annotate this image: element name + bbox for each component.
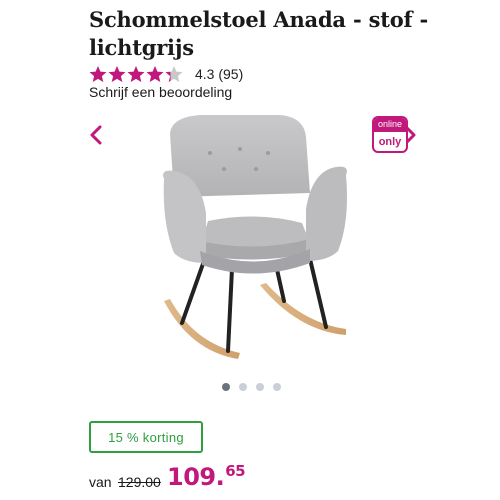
gallery-pagination [222, 383, 281, 391]
chair-image [163, 115, 347, 359]
pagination-dot[interactable] [222, 383, 230, 391]
price-block: van 129.00 109.65 [89, 458, 289, 498]
price-main: 109. [167, 463, 225, 491]
discount-badge: 15 % korting [89, 421, 203, 453]
pagination-dot[interactable] [273, 383, 281, 391]
old-price: 129.00 [118, 474, 161, 490]
pagination-dot[interactable] [239, 383, 247, 391]
rating-summary[interactable]: 4.3 (95) [89, 64, 243, 84]
current-price: 109.65 [167, 462, 246, 491]
star-icon [108, 66, 126, 82]
badge-only-text: only [378, 136, 402, 148]
price-from-label: van [89, 474, 112, 490]
online-only-badge: online only [372, 116, 408, 153]
price-decimals: 65 [225, 462, 246, 480]
chevron-left-icon [90, 125, 102, 145]
star-icon [89, 66, 107, 82]
star-icon [127, 66, 145, 82]
rating-stars [89, 65, 183, 83]
write-review-link[interactable]: Schrijf een beoordeling [89, 84, 232, 100]
pagination-dot[interactable] [256, 383, 264, 391]
badge-online-text: online [374, 118, 406, 132]
star-icon [146, 66, 164, 82]
rating-text: 4.3 (95) [195, 66, 244, 82]
product-title: Schommelstoel Anada - stof - lichtgrijs [89, 7, 428, 60]
star-icon [165, 66, 183, 82]
gallery-prev-button[interactable] [84, 123, 108, 147]
